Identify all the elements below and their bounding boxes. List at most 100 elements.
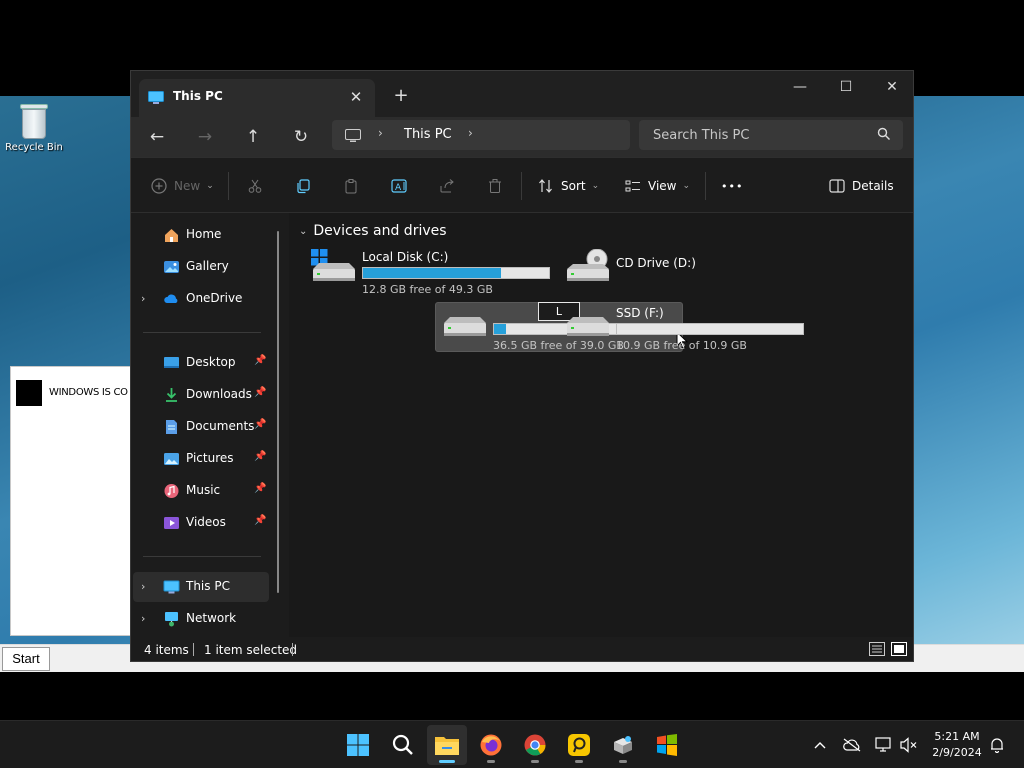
chevron-right-icon[interactable]: › xyxy=(141,292,145,305)
background-window[interactable]: WINDOWS IS CO xyxy=(10,366,140,636)
sidebar-item-gallery[interactable]: Gallery xyxy=(133,252,269,282)
view-icon xyxy=(625,180,640,192)
tiles-view-icon[interactable] xyxy=(891,642,907,656)
network-tray[interactable] xyxy=(872,733,896,757)
taskbar-chrome[interactable] xyxy=(515,725,555,765)
sidebar-item-downloads[interactable]: Downloads 📌 xyxy=(133,380,269,410)
background-window-icon xyxy=(16,380,42,406)
pictures-icon xyxy=(164,453,179,465)
cut-button[interactable] xyxy=(247,158,263,214)
chevron-down-icon: ⌄ xyxy=(206,181,214,191)
sort-button[interactable]: Sort ⌄ xyxy=(538,158,599,214)
desktop-folder-icon xyxy=(164,357,179,368)
taskbar-firefox[interactable] xyxy=(471,725,511,765)
paste-button[interactable] xyxy=(343,158,359,214)
videos-icon xyxy=(164,517,179,529)
onedrive-tray[interactable] xyxy=(840,733,864,757)
new-button[interactable]: New ⌄ xyxy=(151,158,214,214)
rename-button[interactable]: A xyxy=(391,158,409,214)
chevron-down-icon[interactable]: ⌄ xyxy=(299,226,307,237)
drive-ssd-f[interactable]: SSD (F:) 10.9 GB free of 10.9 GB xyxy=(559,303,807,353)
new-tab-button[interactable]: + xyxy=(389,84,413,108)
recycle-bin[interactable]: Recycle Bin xyxy=(4,102,64,153)
navigation-pane: Home Gallery › OneDrive Desktop 📌 Downlo… xyxy=(131,213,289,637)
sidebar-item-label: Videos xyxy=(186,515,226,529)
minimize-button[interactable]: — xyxy=(777,71,823,103)
pin-icon[interactable]: 📌 xyxy=(254,419,266,430)
sidebar-item-music[interactable]: Music 📌 xyxy=(133,476,269,506)
drive-name: Local Disk (C:) xyxy=(362,250,449,264)
view-label: View xyxy=(648,179,677,193)
taskbar-search[interactable] xyxy=(383,725,423,765)
back-button[interactable]: ← xyxy=(142,123,172,151)
pin-icon[interactable]: 📌 xyxy=(254,387,266,398)
delete-button[interactable] xyxy=(487,158,503,214)
drive-name: SSD (F:) xyxy=(616,306,664,320)
clock-time: 5:21 AM xyxy=(934,730,980,743)
taskbar-file-explorer[interactable] xyxy=(427,725,467,765)
volume-tray[interactable] xyxy=(897,733,921,757)
details-view-icon[interactable] xyxy=(869,642,885,656)
show-hidden-icons[interactable] xyxy=(808,733,832,757)
notifications-tray[interactable] xyxy=(985,733,1009,757)
screen: Recycle Bin WINDOWS IS CO Start This PC … xyxy=(0,0,1024,768)
copy-button[interactable] xyxy=(295,158,311,214)
drive-usage-fill xyxy=(363,268,501,278)
search-box[interactable] xyxy=(639,120,903,150)
address-box[interactable]: › This PC › xyxy=(332,120,630,150)
breadcrumb-chevron[interactable]: › xyxy=(378,126,383,140)
pin-icon[interactable]: 📌 xyxy=(254,483,266,494)
share-button[interactable] xyxy=(439,158,455,214)
taskbar-installer[interactable] xyxy=(603,725,643,765)
refresh-button[interactable]: ↻ xyxy=(286,123,316,151)
sidebar-scrollbar[interactable] xyxy=(277,231,279,593)
taskbar-windows-flag[interactable] xyxy=(647,725,687,765)
sidebar-item-this-pc[interactable]: › This PC xyxy=(133,572,269,602)
sidebar-item-label: Downloads xyxy=(186,387,252,401)
sidebar-item-onedrive[interactable]: › OneDrive xyxy=(133,284,269,314)
sidebar-item-desktop[interactable]: Desktop 📌 xyxy=(133,348,269,378)
breadcrumb-this-pc[interactable]: This PC xyxy=(404,127,452,142)
sidebar-item-documents[interactable]: Documents 📌 xyxy=(133,412,269,442)
drive-usage-bar xyxy=(362,267,550,279)
group-title: Devices and drives xyxy=(313,223,447,239)
drive-usage-bar xyxy=(616,323,804,335)
tab-close-button[interactable]: ✕ xyxy=(345,86,367,108)
status-divider xyxy=(292,643,293,656)
tab-this-pc[interactable]: This PC ✕ xyxy=(139,79,375,117)
start-button[interactable]: Start xyxy=(2,647,50,671)
sidebar-item-pictures[interactable]: Pictures 📌 xyxy=(133,444,269,474)
drive-local-disk-c[interactable]: Local Disk (C:) 12.8 GB free of 49.3 GB xyxy=(305,247,553,297)
view-button[interactable]: View ⌄ xyxy=(625,158,690,214)
group-header-devices-and-drives[interactable]: ⌄ Devices and drives xyxy=(299,223,447,239)
chevron-right-icon[interactable]: › xyxy=(141,580,145,593)
up-button[interactable]: ↑ xyxy=(238,123,268,151)
more-options-button[interactable]: ••• xyxy=(721,158,743,214)
close-button[interactable]: ✕ xyxy=(869,71,913,103)
svg-text:A: A xyxy=(395,183,402,193)
maximize-button[interactable]: ☐ xyxy=(823,71,869,103)
file-explorer-window: This PC ✕ + — ☐ ✕ ← → ↑ ↻ › This PC › Se… xyxy=(130,70,914,662)
taskbar-start[interactable] xyxy=(338,725,378,765)
file-explorer-icon xyxy=(435,737,459,755)
details-button[interactable]: Details xyxy=(829,158,894,214)
drive-cd-drive-d[interactable]: CD Drive (D:) xyxy=(559,247,807,297)
system-clock[interactable]: 5:21 AM 2/9/2024 xyxy=(922,729,992,761)
sidebar-item-network[interactable]: › Network xyxy=(133,604,269,634)
chevron-right-icon[interactable]: › xyxy=(141,612,145,625)
search-input[interactable] xyxy=(639,120,869,150)
running-indicator xyxy=(619,760,627,763)
forward-button[interactable]: → xyxy=(190,123,220,151)
this-pc-icon xyxy=(148,91,164,104)
search-icon[interactable] xyxy=(877,127,891,141)
hard-drive-icon xyxy=(567,317,609,336)
breadcrumb-chevron-end[interactable]: › xyxy=(468,126,473,140)
item-count: 4 items xyxy=(144,643,189,657)
sidebar-item-home[interactable]: Home xyxy=(133,220,269,250)
sidebar-item-videos[interactable]: Videos 📌 xyxy=(133,508,269,538)
windows-flag-icon xyxy=(657,734,677,756)
pin-icon[interactable]: 📌 xyxy=(254,451,266,462)
pin-icon[interactable]: 📌 xyxy=(254,355,266,366)
taskbar-yellow-app[interactable] xyxy=(559,725,599,765)
pin-icon[interactable]: 📌 xyxy=(254,515,266,526)
